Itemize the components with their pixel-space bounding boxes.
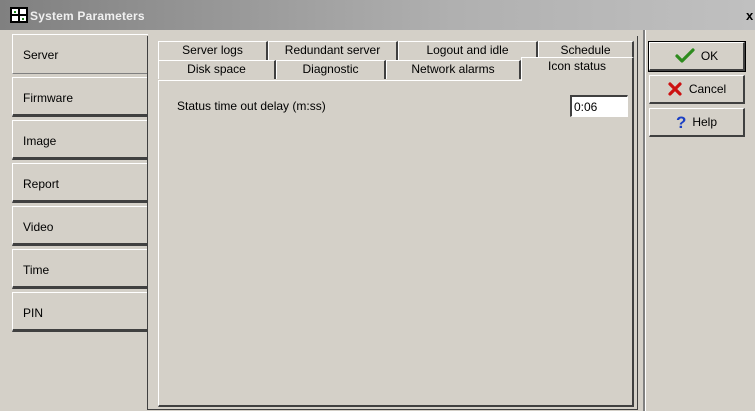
sidebar-item-label: Video [23,220,54,234]
sidebar-item-label: Time [23,263,50,277]
icon-status-panel: Status time out delay (m:ss) [158,80,634,407]
sidebar-item-firmware[interactable]: Firmware [12,77,148,117]
question-icon: ? [675,112,687,132]
sidebar-item-label: Report [23,177,60,191]
cancel-button-label: Cancel [688,82,727,96]
system-parameters-window: System Parameters x Server Firmware Imag… [0,0,755,411]
sidebar-item-label: Server [23,48,59,62]
tab-diagnostic[interactable]: Diagnostic [276,60,386,79]
tab-icon-status[interactable]: Icon status [521,57,634,81]
button-divider [643,30,646,411]
app-icon [10,7,28,23]
window-title: System Parameters [30,9,145,23]
ok-button[interactable]: OK [648,41,746,72]
sidebar-item-video[interactable]: Video [12,206,148,246]
x-icon [668,82,682,96]
sidebar-item-label: Firmware [23,91,73,105]
close-button[interactable]: x [746,8,755,24]
ok-button-label: OK [700,49,719,63]
cancel-button[interactable]: Cancel [649,75,745,104]
title-bar[interactable]: System Parameters x [0,0,755,30]
sidebar-item-pin[interactable]: PIN [12,292,148,332]
sidebar-item-time[interactable]: Time [12,249,148,289]
sidebar-item-label: PIN [23,306,44,320]
sidebar-item-server[interactable]: Server [12,34,148,74]
help-button[interactable]: ? Help [649,108,745,137]
sidebar-item-image[interactable]: Image [12,120,148,160]
tab-redundant-server[interactable]: Redundant server [268,41,398,60]
sidebar-item-report[interactable]: Report [12,163,148,203]
checkmark-icon [675,48,695,63]
status-timeout-label: Status time out delay (m:ss) [177,99,326,113]
tab-disk-space[interactable]: Disk space [158,60,276,79]
tab-network-alarms[interactable]: Network alarms [386,60,521,79]
help-button-label: Help [692,115,718,129]
tab-logout-and-idle[interactable]: Logout and idle [398,41,538,60]
status-timeout-input[interactable] [570,95,628,117]
tab-server-logs[interactable]: Server logs [158,41,268,60]
sidebar-item-label: Image [23,134,57,148]
